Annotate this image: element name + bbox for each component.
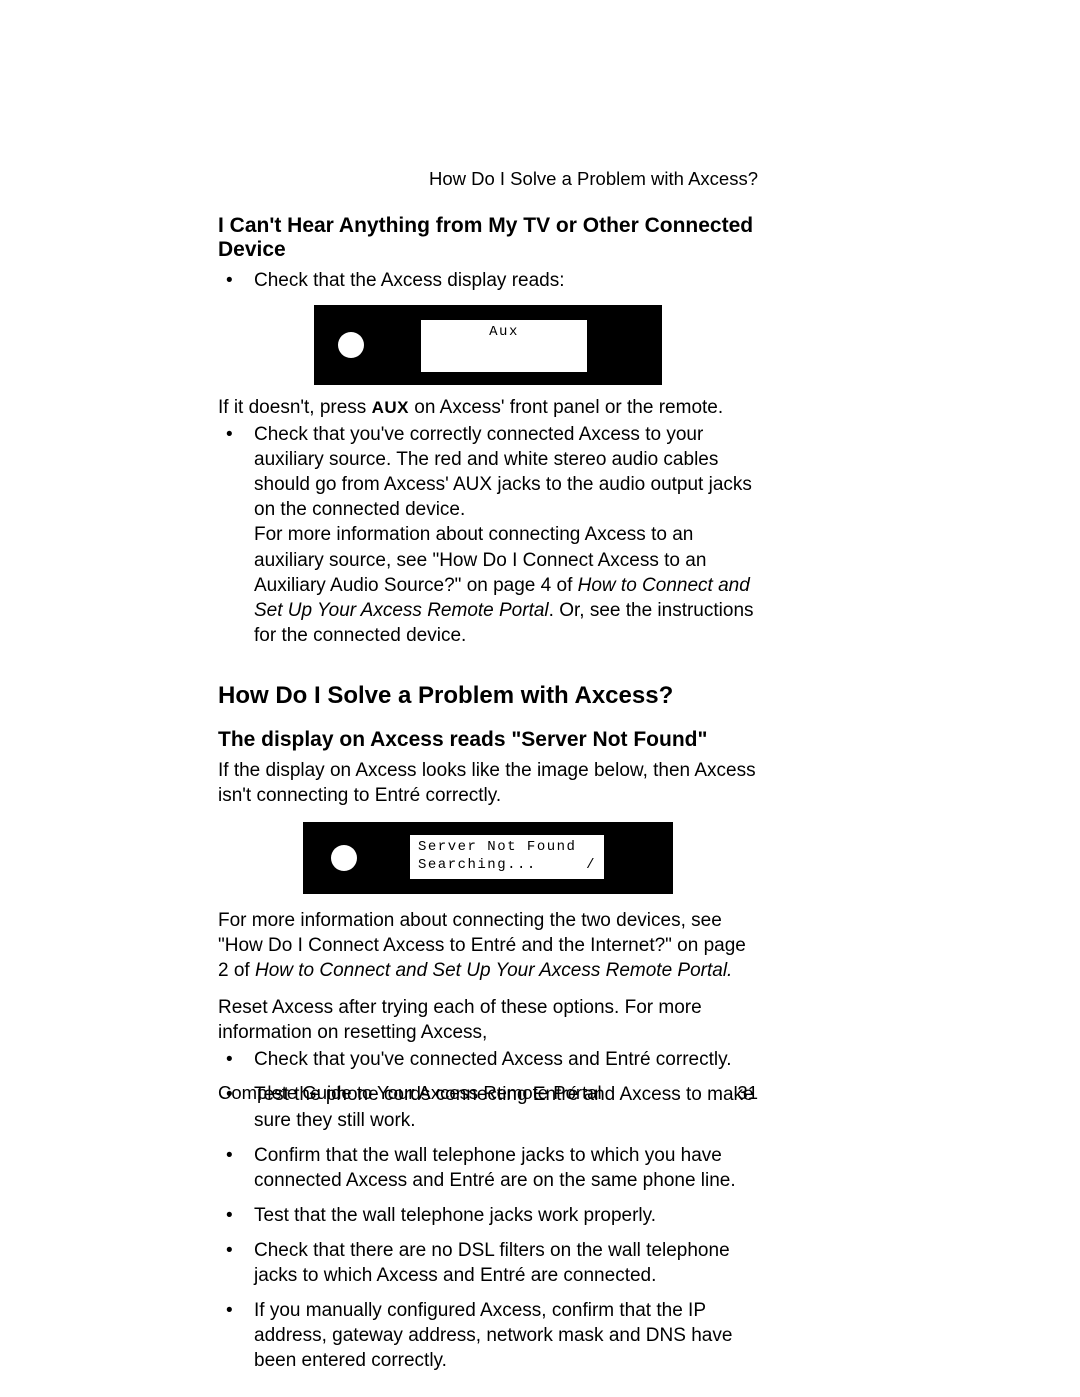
axcess-display-aux: Aux — [314, 305, 662, 385]
list-item: Check that you've correctly connected Ax… — [218, 422, 758, 648]
list-item: Test that the wall telephone jacks work … — [218, 1203, 758, 1228]
list-item: Check that the Axcess display reads: — [218, 268, 758, 293]
doc-title-reference: How to Connect and Set Up Your Axcess Re… — [255, 960, 732, 981]
spinner-char: / — [586, 857, 596, 875]
axcess-display-server-not-found: Server Not Found Searching... / — [303, 822, 673, 894]
paragraph: If it doesn't, press AUX on Axcess' fron… — [218, 395, 758, 420]
list-item: Check that you've connected Axcess and E… — [218, 1047, 758, 1072]
heading-solve-problem: How Do I Solve a Problem with Axcess? — [218, 682, 758, 710]
list-item: Check that there are no DSL filters on t… — [218, 1238, 758, 1288]
display-line-1: Server Not Found — [418, 839, 596, 857]
page-number: 31 — [737, 1082, 758, 1104]
text: on Axcess' front panel or the remote. — [409, 397, 723, 418]
paragraph: Reset Axcess after trying each of these … — [218, 995, 758, 1045]
knob-icon — [331, 845, 357, 871]
subheading-server-not-found: The display on Axcess reads "Server Not … — [218, 728, 758, 752]
bullet-list-a2: Check that you've correctly connected Ax… — [218, 422, 758, 648]
display-screen: Server Not Found Searching... / — [409, 834, 605, 880]
knob-icon — [338, 332, 364, 358]
running-header: How Do I Solve a Problem with Axcess? — [218, 168, 758, 190]
display-line-2: Searching... / — [418, 857, 596, 875]
page-footer: Complete Guide to Your Axcess Remote Por… — [218, 1082, 758, 1104]
footer-title: Complete Guide to Your Axcess Remote Por… — [218, 1082, 602, 1104]
paragraph: For more information about connecting th… — [218, 908, 758, 983]
bullet-list-a1: Check that the Axcess display reads: — [218, 268, 758, 293]
content-column: How Do I Solve a Problem with Axcess? I … — [218, 168, 758, 1383]
text: Searching... — [418, 857, 537, 875]
display-screen: Aux — [420, 319, 588, 373]
text: If it doesn't, press — [218, 397, 372, 418]
heading-cant-hear: I Can't Hear Anything from My TV or Othe… — [218, 214, 758, 262]
document-page: How Do I Solve a Problem with Axcess? I … — [0, 0, 1080, 1397]
text: Check that you've correctly connected Ax… — [254, 424, 752, 520]
aux-label: AUX — [372, 398, 409, 417]
display-text: Aux — [421, 320, 587, 342]
list-item: If you manually configured Axcess, confi… — [218, 1298, 758, 1373]
paragraph: If the display on Axcess looks like the … — [218, 758, 758, 808]
list-item: Confirm that the wall telephone jacks to… — [218, 1143, 758, 1193]
